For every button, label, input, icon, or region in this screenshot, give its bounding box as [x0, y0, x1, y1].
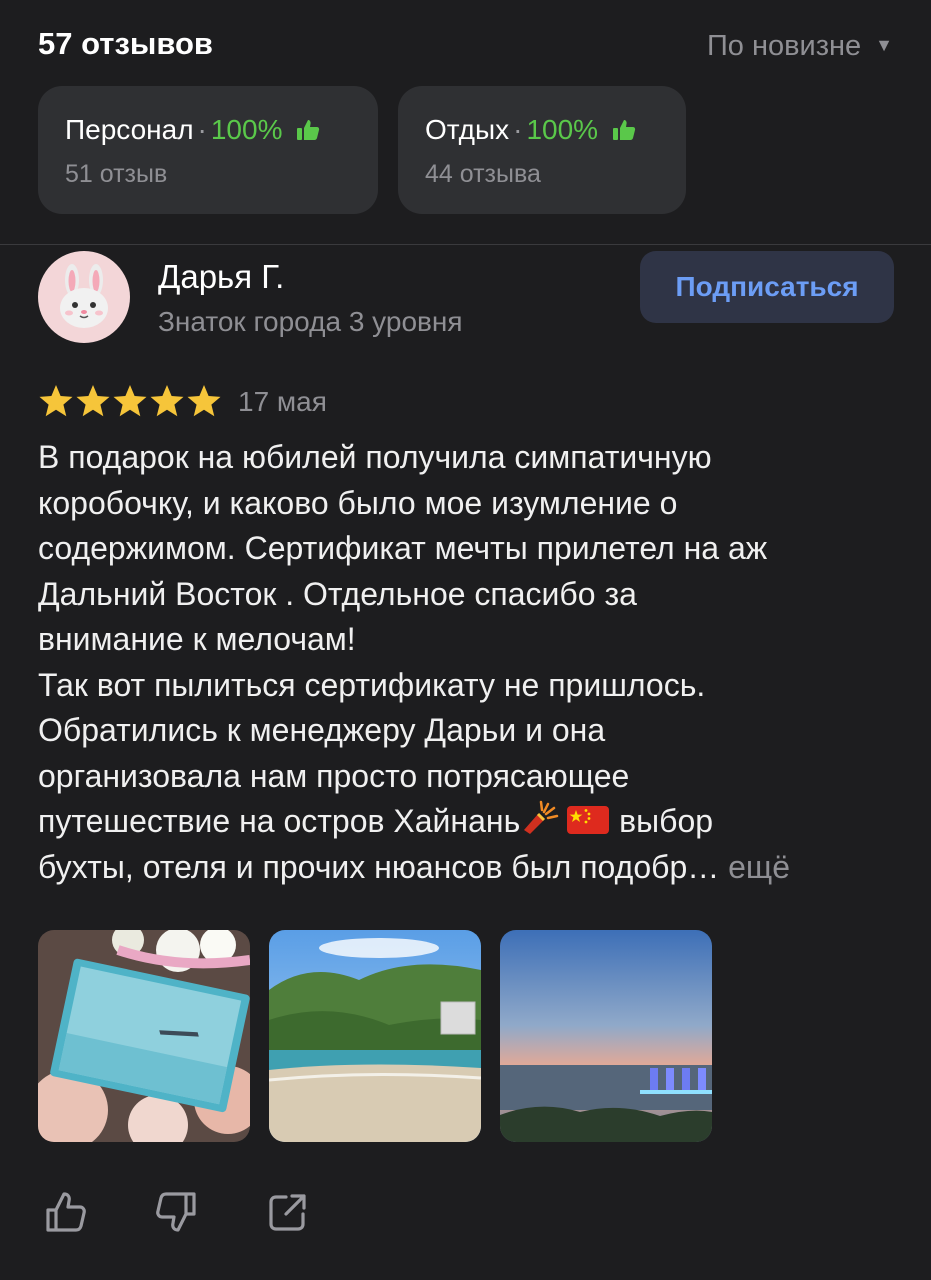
author-name[interactable]: Дарья Г.	[158, 258, 284, 296]
sunset-sea-photo	[500, 930, 712, 1142]
aspect-name: Персонал	[65, 114, 194, 145]
review-line-part: путешествие на остров Хайнань	[38, 803, 521, 839]
aspect-percent: 100%	[210, 114, 283, 145]
aspect-reviews: 44 отзыва	[425, 160, 541, 188]
review-line: Так вот пылиться сертификату не пришлось…	[38, 666, 706, 703]
review-line-part: бухты, отеля и прочих нюансов был подобр…	[38, 848, 720, 885]
beach-photo	[269, 930, 481, 1142]
aspect-reviews: 51 отзыв	[65, 160, 168, 188]
dislike-icon[interactable]	[152, 1188, 200, 1236]
review-line-with-emoji: путешествие на остров Хайнань выбор	[38, 799, 908, 845]
share-icon[interactable]	[264, 1188, 312, 1236]
star-icon	[150, 385, 184, 417]
aspect-percent: 100%	[526, 114, 599, 145]
reviews-page: 57 отзывов По новизне ▼ Персонал · 100% 51 …	[0, 0, 931, 1280]
star-icon	[76, 385, 110, 417]
review-line: организовала нам просто потрясающее	[38, 757, 630, 794]
thumbs-up-icon	[612, 120, 636, 140]
star-icon	[187, 385, 221, 417]
star-icon	[39, 385, 73, 417]
review-line: коробочку, и каково было мое изумление о	[38, 484, 678, 521]
review-date: 17 мая	[238, 386, 327, 417]
gift-box-photo	[38, 930, 250, 1142]
review-line: содержимом. Сертификат мечты прилетел на…	[38, 530, 768, 566]
sort-dropdown[interactable]: По новизне ▼	[707, 30, 893, 63]
firecracker-emoji-icon	[524, 800, 559, 834]
review-photo-sunset[interactable]	[500, 930, 712, 1142]
review-line: внимание к мелочам!	[38, 621, 356, 657]
thumbs-up-icon	[297, 120, 320, 140]
reviews-count: 57 отзывов	[38, 26, 213, 61]
review-text: В подарок на юбилей получила симпатичную…	[38, 435, 908, 890]
author-level: Знаток города 3 уровня	[158, 306, 463, 337]
read-more-link[interactable]: ещё	[719, 849, 790, 885]
sort-label: По новизне	[706, 30, 862, 62]
aspect-chip-rest[interactable]: Отдых · 100% 44 отзыва	[398, 86, 686, 214]
review-line: В подарок на юбилей получила симпатичную	[38, 439, 712, 475]
review-line-last: бухты, отеля и прочих нюансов был подобр…	[38, 845, 908, 891]
review-line: Дальний Восток . Отдельное спасибо за	[38, 575, 637, 612]
chevron-down-icon: ▼	[875, 35, 893, 55]
avatar[interactable]	[38, 251, 130, 343]
subscribe-button[interactable]: Подписаться	[640, 251, 894, 323]
rating-stars	[38, 384, 222, 418]
review-photo-gift[interactable]	[38, 930, 250, 1142]
like-icon[interactable]	[42, 1188, 90, 1236]
bunny-face-icon	[60, 264, 108, 328]
review-line-part: выбор	[610, 803, 714, 839]
reviews-header: 57 отзывов По новизне ▼	[38, 26, 893, 70]
divider	[0, 244, 931, 245]
star-icon	[113, 385, 147, 417]
aspect-chip-staff[interactable]: Персонал · 100% 51 отзыв	[38, 86, 378, 214]
review-photo-beach[interactable]	[269, 930, 481, 1142]
aspect-name: Отдых	[425, 114, 510, 145]
china-flag-icon	[567, 806, 610, 834]
review-line: Обратились к менеджеру Дарьи и она	[38, 712, 606, 748]
